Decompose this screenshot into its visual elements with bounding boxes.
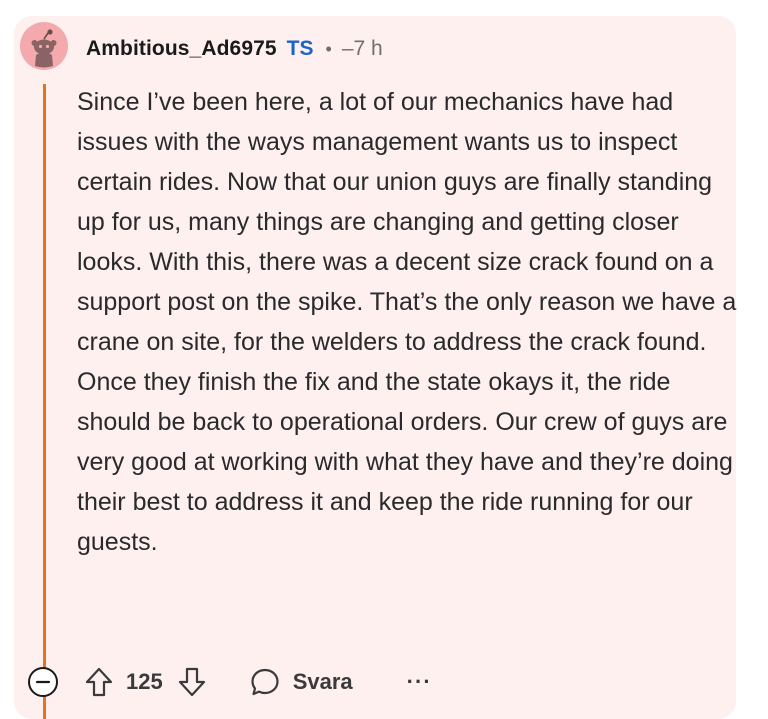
snoo-avatar-icon (20, 22, 68, 70)
upvote-arrow-icon (85, 667, 113, 697)
downvote-button[interactable] (177, 666, 207, 698)
speech-bubble-icon (251, 668, 279, 696)
more-options-icon[interactable]: ··· (407, 669, 432, 695)
thread-starter-badge: TS (286, 37, 314, 60)
comment-timestamp[interactable]: –7 h (342, 37, 383, 61)
author-username[interactable]: Ambitious_Ad6975 (86, 37, 277, 61)
meta-separator: • (325, 38, 332, 59)
comment-header: Ambitious_Ad6975 TS • –7 h (86, 34, 383, 64)
collapse-button[interactable] (27, 666, 59, 698)
comment-body: Since I’ve been here, a lot of our mecha… (77, 88, 737, 556)
vote-count: 125 (126, 669, 163, 694)
downvote-arrow-icon (178, 667, 205, 697)
reply-label: Svara (292, 669, 353, 694)
upvote-button[interactable] (84, 666, 114, 698)
avatar[interactable] (20, 22, 68, 70)
collapse-minus-icon (28, 667, 58, 697)
comment-actions: 125 Svara ··· (84, 662, 432, 702)
reply-button[interactable]: Svara (249, 666, 353, 698)
thread-line[interactable] (43, 84, 46, 719)
